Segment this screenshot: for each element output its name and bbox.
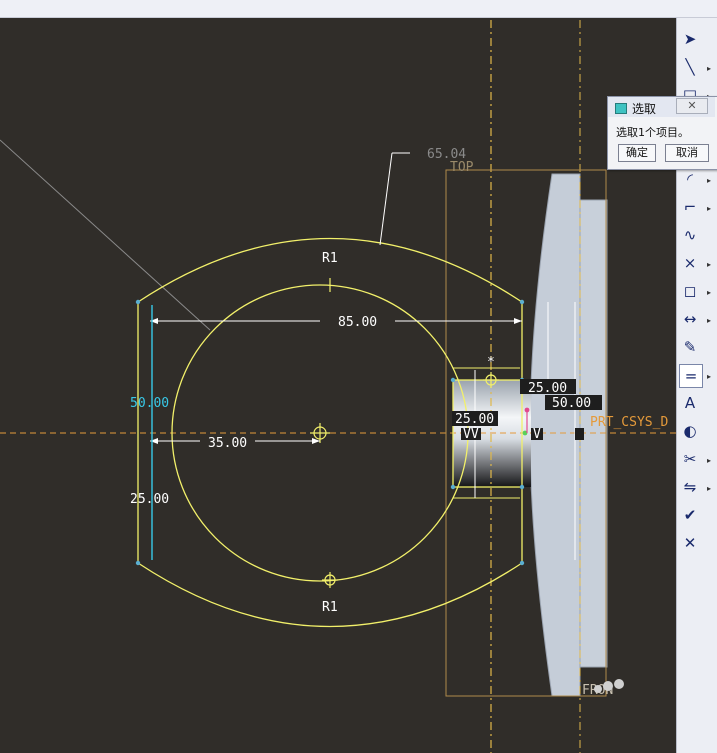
- constraint-icon[interactable]: =: [679, 364, 703, 388]
- dialog-title: 选取: [632, 102, 657, 116]
- radius-top-label: R1: [322, 251, 338, 266]
- constraint-label-vv: VV: [463, 427, 479, 442]
- offset-dropdown-icon[interactable]: ▸: [707, 288, 715, 298]
- star-mark: *: [487, 355, 495, 370]
- dialog-app-icon: [615, 103, 627, 114]
- arc-icon[interactable]: ◜: [679, 168, 701, 190]
- cancel-icon[interactable]: ✕: [679, 532, 701, 554]
- dimension-dropdown-icon[interactable]: ▸: [707, 316, 715, 326]
- mirror-icon[interactable]: ⇋: [679, 476, 701, 498]
- trim-dropdown-icon[interactable]: ▸: [707, 456, 715, 466]
- dialog-message: 选取1个项目。: [616, 126, 689, 139]
- dim-50-right-value[interactable]: 50.00: [552, 396, 591, 411]
- modify-icon[interactable]: ✎: [679, 336, 701, 358]
- radius-bottom-label: R1: [322, 600, 338, 615]
- mirror-dropdown-icon[interactable]: ▸: [707, 484, 715, 494]
- spline-icon[interactable]: ∿: [679, 224, 701, 246]
- constraint-dropdown-icon[interactable]: ▸: [707, 372, 715, 382]
- line-icon[interactable]: ╲: [679, 56, 701, 78]
- select-dialog: 选取 ✕ 选取1个项目。 确定 取消: [607, 96, 717, 170]
- ref-top-label: TOP: [450, 160, 474, 175]
- accept-icon[interactable]: ✔: [679, 504, 701, 526]
- window-title-bar: [0, 0, 717, 18]
- dialog-title-bar: 选取 ✕: [608, 97, 715, 117]
- sketch-view[interactable]: 65.04 TOP 85.00 50.00 25.00 35.00 R1 R1 …: [0, 18, 676, 753]
- dim-height-value[interactable]: 50.00: [130, 396, 169, 411]
- cancel-button[interactable]: 取消: [665, 144, 709, 162]
- sketch-outer-arc-top: [137, 237, 523, 303]
- palette-icon[interactable]: ◐: [679, 420, 701, 442]
- dimension-lines: [150, 152, 576, 560]
- csys-label: PRT_CSYS_D: [590, 415, 668, 430]
- dim-25-right-value[interactable]: 25.00: [528, 381, 567, 396]
- dim-lower-value[interactable]: 25.00: [130, 492, 169, 507]
- dialog-close-button[interactable]: ✕: [676, 98, 708, 114]
- dim-25-left-value[interactable]: 25.00: [455, 412, 494, 427]
- select-arrow-icon[interactable]: ➤: [679, 28, 701, 50]
- fillet-dropdown-icon[interactable]: ▸: [707, 204, 715, 214]
- dim-offset-value[interactable]: 35.00: [208, 436, 247, 451]
- offset-icon[interactable]: ◻: [679, 280, 701, 302]
- text-icon[interactable]: A: [679, 392, 701, 414]
- fillet-icon[interactable]: ⌐: [679, 196, 701, 218]
- arc-dropdown-icon[interactable]: ▸: [707, 176, 715, 186]
- line-dropdown-icon[interactable]: ▸: [707, 64, 715, 74]
- trim-icon[interactable]: ✂: [679, 448, 701, 470]
- dim-width-value[interactable]: 85.00: [338, 315, 377, 330]
- constraint-label-v: V: [533, 427, 541, 442]
- ok-button[interactable]: 确定: [618, 144, 656, 162]
- leader-line: [0, 139, 211, 331]
- dimension-icon[interactable]: ↔: [679, 308, 701, 330]
- point-dropdown-icon[interactable]: ▸: [707, 260, 715, 270]
- graphics-canvas[interactable]: 65.04 TOP 85.00 50.00 25.00 35.00 R1 R1 …: [0, 18, 676, 753]
- point-icon[interactable]: ×: [679, 252, 701, 274]
